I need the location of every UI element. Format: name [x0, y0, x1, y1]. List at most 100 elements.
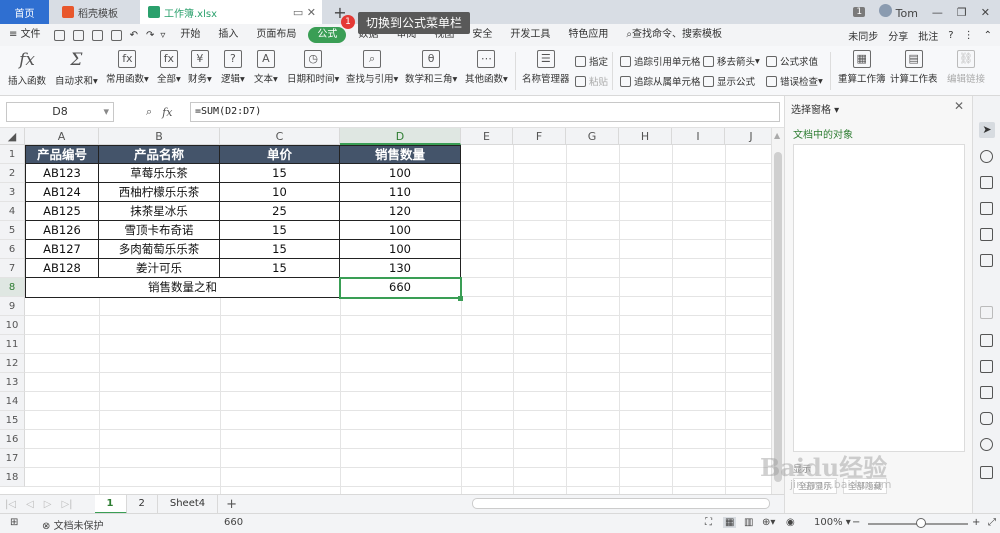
more-icon[interactable]: ⋮ — [964, 30, 974, 41]
show-formulas-button[interactable]: 显示公式 — [703, 74, 755, 88]
print-icon[interactable] — [91, 29, 103, 41]
header-cell[interactable]: 产品名称 — [99, 145, 220, 164]
row-header[interactable]: 12 — [0, 354, 25, 373]
row-header[interactable]: 3 — [0, 183, 25, 202]
column-header[interactable]: C — [220, 128, 340, 145]
menu-special[interactable]: 特色应用 — [559, 24, 617, 46]
document-icon[interactable] — [980, 334, 993, 347]
maximize-icon[interactable]: ❐ — [957, 6, 967, 19]
recalc-workbook-button[interactable]: ▦ 重算工作簿 — [838, 50, 886, 85]
row-header[interactable]: 16 — [0, 430, 25, 449]
table-cell[interactable]: 110 — [340, 183, 461, 202]
column-header[interactable]: I — [672, 128, 725, 145]
row-header[interactable]: 18 — [0, 468, 25, 487]
header-cell[interactable]: 单价 — [220, 145, 340, 164]
chevron-down-icon[interactable]: ▾ — [103, 103, 109, 121]
customize-icon[interactable]: ▿ — [160, 30, 165, 41]
table-cell[interactable]: 抹茶星冰乐 — [99, 202, 220, 221]
financial-button[interactable]: ¥ 财务▾ — [188, 50, 212, 85]
row-header[interactable]: 5 — [0, 221, 25, 240]
common-functions-button[interactable]: fx 常用函数▾ — [106, 50, 149, 85]
sync-status[interactable]: 未同步 — [848, 28, 878, 43]
table-cell[interactable]: 120 — [340, 202, 461, 221]
menu-insert[interactable]: 插入 — [209, 24, 247, 46]
zoom-out-button[interactable]: − — [852, 517, 860, 528]
chart-icon[interactable] — [980, 254, 993, 267]
expand-icon[interactable]: ⤢ — [988, 517, 996, 528]
evaluate-formula-button[interactable]: 公式求值 — [766, 54, 818, 68]
row-header[interactable]: 13 — [0, 373, 25, 392]
column-header[interactable]: E — [461, 128, 513, 145]
cursor-icon[interactable]: ➤ — [979, 122, 995, 138]
column-header[interactable]: B — [99, 128, 220, 145]
close-tab-icon[interactable]: ▭ ✕ — [293, 6, 316, 19]
pane-title[interactable]: 选择窗格 ▾ — [791, 101, 839, 116]
name-box[interactable]: D8 ▾ — [6, 102, 114, 122]
scroll-thumb[interactable] — [774, 152, 782, 482]
spreadsheet-grid[interactable]: ◢ A B C D E F G H I J 1 2 3 4 5 6 7 8 9 10 11 12 13 1… — [0, 128, 771, 494]
fullscreen-icon[interactable]: ⛶ — [705, 517, 712, 528]
window-count-badge[interactable]: 1 — [853, 7, 866, 17]
table-cell[interactable]: 25 — [220, 202, 340, 221]
minimize-icon[interactable]: — — [932, 6, 943, 19]
vertical-scrollbar[interactable]: ▲ — [771, 128, 784, 494]
settings-icon[interactable] — [980, 466, 993, 479]
zoom-icon[interactable]: ⌕ — [146, 105, 152, 119]
table-cell[interactable]: 15 — [220, 221, 340, 240]
table-cell[interactable]: AB128 — [25, 259, 99, 278]
history-icon[interactable] — [980, 438, 993, 451]
menu-page-layout[interactable]: 页面布局 — [247, 24, 305, 46]
row-header[interactable]: 17 — [0, 449, 25, 468]
column-header[interactable]: F — [513, 128, 566, 145]
table-cell[interactable]: AB126 — [25, 221, 99, 240]
share-icon[interactable] — [980, 360, 993, 373]
sheet-tab-sheet4[interactable]: Sheet4 — [158, 494, 219, 514]
trace-dependents-button[interactable]: 追踪从属单元格 — [620, 74, 701, 88]
row-header[interactable]: 1 — [0, 145, 25, 164]
table-cell[interactable]: 15 — [220, 240, 340, 259]
tab-templates[interactable]: 稻壳模板 — [54, 0, 134, 24]
fill-handle[interactable] — [458, 296, 463, 301]
eye-protection-icon[interactable]: ◉ — [786, 517, 795, 528]
normal-view-icon[interactable]: ▦ — [723, 517, 737, 528]
lookup-button[interactable]: ⌕ 查找与引用▾ — [346, 50, 398, 85]
share-button[interactable]: 分享 — [888, 28, 908, 43]
row-header[interactable]: 6 — [0, 240, 25, 259]
user-menu[interactable]: Tom — [879, 4, 918, 20]
zoom-in-button[interactable]: + — [972, 517, 980, 528]
macro-icon[interactable]: ⊞ — [10, 517, 18, 528]
image-icon[interactable] — [980, 386, 993, 399]
row-header[interactable]: 4 — [0, 202, 25, 221]
help-icon[interactable]: ? — [948, 30, 953, 41]
formula-input[interactable]: =SUM(D2:D7) — [190, 102, 780, 122]
column-header[interactable]: H — [619, 128, 672, 145]
table-cell[interactable]: 100 — [340, 221, 461, 240]
file-menu[interactable]: ≡ 文件 — [0, 24, 50, 46]
math-trig-button[interactable]: θ 数学和三角▾ — [405, 50, 457, 85]
tab-workbook[interactable]: 工作簿.xlsx ▭ ✕ — [140, 0, 322, 24]
table-cell[interactable]: AB125 — [25, 202, 99, 221]
column-header-selected[interactable]: D — [340, 128, 461, 145]
table-cell[interactable]: 100 — [340, 240, 461, 259]
name-manager-button[interactable]: ☰ 名称管理器 — [522, 50, 570, 85]
open-icon[interactable] — [53, 29, 65, 41]
define-name-button[interactable]: 指定 — [575, 54, 608, 68]
table-cell[interactable]: 130 — [340, 259, 461, 278]
undo-icon[interactable]: ↶ — [130, 30, 138, 41]
table-cell[interactable]: 10 — [220, 183, 340, 202]
zoom-slider-knob[interactable] — [916, 518, 926, 528]
table-cell[interactable]: AB127 — [25, 240, 99, 259]
table-cell[interactable]: 姜汁可乐 — [99, 259, 220, 278]
next-sheet-icon[interactable]: ▷ — [44, 499, 52, 510]
menu-developer[interactable]: 开发工具 — [501, 24, 559, 46]
table-cell[interactable]: 多肉葡萄乐乐茶 — [99, 240, 220, 259]
table-cell[interactable]: 15 — [220, 164, 340, 183]
apps-icon[interactable] — [980, 228, 993, 241]
logical-button[interactable]: ? 逻辑▾ — [221, 50, 245, 85]
table-cell[interactable]: 15 — [220, 259, 340, 278]
shield-icon[interactable] — [980, 412, 993, 425]
comment-button[interactable]: 批注 — [918, 28, 938, 43]
menu-formulas[interactable]: 公式 — [308, 27, 347, 43]
select-all-corner[interactable]: ◢ — [0, 128, 25, 145]
save-icon[interactable] — [72, 29, 84, 41]
